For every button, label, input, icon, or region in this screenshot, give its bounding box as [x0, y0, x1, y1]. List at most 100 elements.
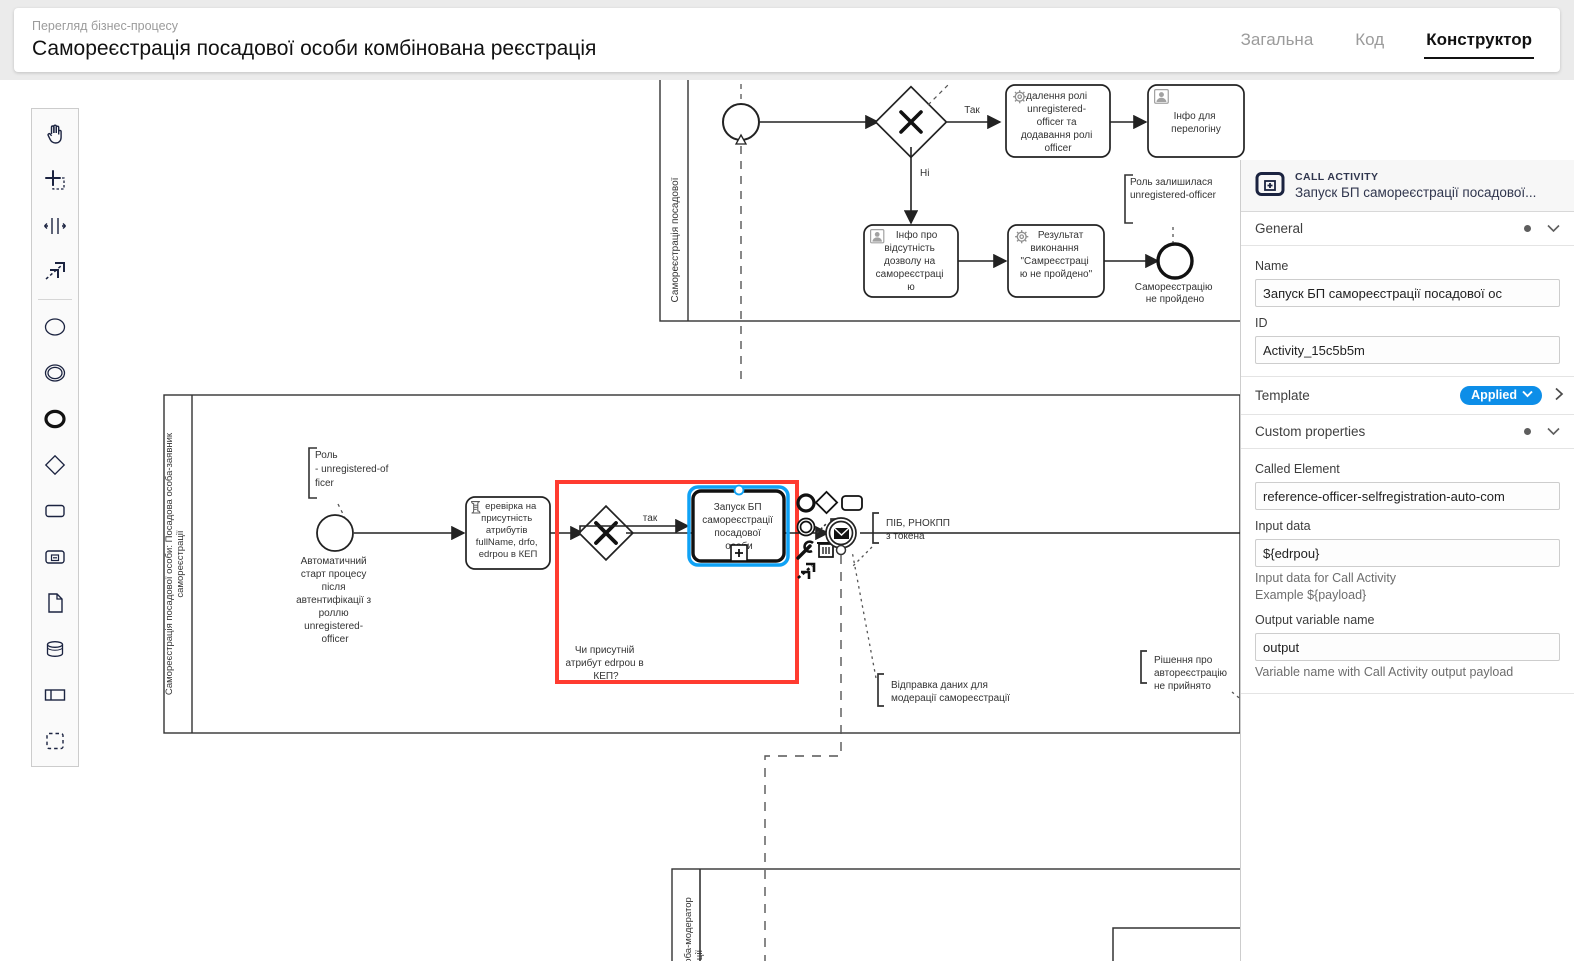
- field-hint-output-variable: Variable name with Call Activity output …: [1255, 665, 1514, 679]
- space-tool-icon[interactable]: [32, 203, 78, 249]
- name-input[interactable]: [1255, 279, 1560, 307]
- flow-label-yes-top: Так: [964, 105, 980, 116]
- start-event-icon[interactable]: [32, 304, 78, 350]
- annotation-role-label: Роль - unregistered-of ficer: [315, 450, 391, 489]
- group-title-custom-properties: Custom properties: [1255, 424, 1366, 439]
- annotation-send: Відправка даних для модерації самореєстр…: [877, 673, 1010, 707]
- top-end-event-label: Самореєстрацію не пройдено: [1135, 282, 1216, 305]
- field-label-called-element: Called Element: [1255, 462, 1340, 476]
- connect-arrow-icon[interactable]: [797, 562, 816, 579]
- group-icon[interactable]: [32, 718, 78, 764]
- bpmn-palette[interactable]: [31, 108, 79, 767]
- append-gateway-icon[interactable]: [814, 490, 839, 515]
- breadcrumb: Перегляд бізнес-процесу: [32, 19, 179, 33]
- pool-top-label: Самореєстрація посадової: [670, 177, 681, 302]
- template-controls: Applied: [1460, 386, 1564, 405]
- append-task-icon[interactable]: [841, 495, 863, 511]
- subprocess-expanded-icon[interactable]: [32, 534, 78, 580]
- field-hint-input-data: Input data for Call Activity Example ${p…: [1255, 571, 1397, 602]
- append-intermediate-event-icon[interactable]: [796, 517, 816, 537]
- main-start-event-label: Автоматичний старт процесу після автенти…: [296, 556, 374, 645]
- task-icon[interactable]: [32, 488, 78, 534]
- task-relogin-info[interactable]: Інфо для перелогіну: [1147, 84, 1245, 158]
- append-end-event-icon[interactable]: [796, 493, 816, 513]
- annotation-role-unregistered: Роль - unregistered-of ficer: [308, 447, 391, 499]
- flow-label-yes-main: так: [643, 513, 658, 524]
- connect-tool-icon[interactable]: [32, 249, 78, 295]
- annotation-role-remained: Роль залишилася unregistered-officer: [1124, 174, 1217, 224]
- chevron-right-icon-template[interactable]: [1554, 387, 1564, 405]
- participant-icon[interactable]: [32, 672, 78, 718]
- data-store-icon[interactable]: [32, 626, 78, 672]
- main-gateway-label: Чи присутній атрибут edrpou в КЕП?: [566, 645, 647, 682]
- group-dot-general: [1524, 225, 1531, 232]
- page-title: Самореєстрація посадової особи комбінова…: [32, 37, 597, 60]
- call-activity-icon: [1255, 169, 1285, 202]
- pool-main-label-2: самореєстрації: [175, 530, 186, 597]
- group-body-custom-properties: Called Element Input data Input data for…: [1241, 449, 1574, 694]
- field-output-variable: Output variable name Variable name with …: [1255, 612, 1560, 681]
- pool-bottom-label-2: ції: [694, 950, 705, 961]
- bpmn-canvas[interactable]: Самореєстрація посадової Так Ні далення …: [0, 80, 1574, 961]
- properties-panel-header: CALL ACTIVITY Запуск БП самореєстрації п…: [1241, 160, 1574, 212]
- input-data-input[interactable]: [1255, 539, 1560, 567]
- intermediate-message-event[interactable]: [825, 517, 857, 556]
- change-type-wrench-icon[interactable]: [796, 540, 814, 560]
- field-label-input-data: Input data: [1255, 519, 1311, 533]
- page-header: Перегляд бізнес-процесу Самореєстрація п…: [14, 8, 1560, 72]
- chevron-down-icon-template: [1522, 390, 1533, 401]
- tab-zagalna[interactable]: Загальна: [1241, 29, 1314, 55]
- end-event-icon[interactable]: [32, 396, 78, 442]
- annotation-token: ПІБ, РНОКПП з токена: [872, 512, 953, 544]
- properties-panel[interactable]: CALL ACTIVITY Запуск БП самореєстрації п…: [1240, 160, 1574, 961]
- template-applied-label: Applied: [1471, 388, 1517, 402]
- field-label-output-variable: Output variable name: [1255, 613, 1375, 627]
- message-flow-to-moderator: [764, 555, 842, 961]
- template-applied-badge[interactable]: Applied: [1460, 386, 1542, 405]
- annotation-connector-token: [851, 546, 873, 568]
- pool-main-label-1: Самореєстрація посадової особи: Посадова…: [164, 432, 175, 695]
- tab-konstruktor[interactable]: Конструктор: [1424, 29, 1534, 59]
- palette-shapes-group: [32, 302, 78, 766]
- group-body-general: Name ID: [1241, 246, 1574, 377]
- called-element-input[interactable]: [1255, 482, 1560, 510]
- chevron-down-icon-general[interactable]: [1547, 222, 1560, 235]
- flow-label-no-top: Ні: [920, 168, 929, 179]
- chevron-down-icon-custom[interactable]: [1547, 425, 1560, 438]
- header-titles: Перегляд бізнес-процесу Самореєстрація п…: [32, 18, 596, 62]
- tab-kod[interactable]: Код: [1355, 29, 1384, 55]
- group-header-custom-properties[interactable]: Custom properties: [1241, 415, 1574, 449]
- element-name-label: Запуск БП самореєстрації посадової...: [1295, 185, 1537, 200]
- lasso-tool-icon[interactable]: [32, 157, 78, 203]
- task-check-attributes[interactable]: еревірка на присутність атрибутів fullNa…: [465, 496, 551, 570]
- annotation-connector-send: [851, 550, 877, 679]
- intermediate-event-icon[interactable]: [32, 350, 78, 396]
- annotation-token-label: ПІБ, РНОКПП з токена: [886, 518, 953, 542]
- hand-tool-icon[interactable]: [32, 111, 78, 157]
- gateway-icon[interactable]: [32, 442, 78, 488]
- top-start-event[interactable]: [722, 103, 760, 145]
- id-input[interactable]: [1255, 336, 1560, 364]
- task-no-permission-info[interactable]: Інфо про відсутність дозволу на самореєс…: [863, 224, 959, 298]
- output-variable-input[interactable]: [1255, 633, 1560, 661]
- field-label-name: Name: [1255, 259, 1289, 273]
- palette-divider: [38, 299, 72, 300]
- annotation-decision: Рішення про автореєстрацію не прийнято: [1140, 650, 1230, 692]
- palette-tools-group: [32, 109, 78, 297]
- field-input-data: Input data Input data for Call Activity …: [1255, 518, 1560, 604]
- group-indicators-general: [1524, 222, 1560, 235]
- group-indicators-custom: [1524, 425, 1560, 438]
- group-title-general: General: [1255, 221, 1304, 236]
- call-activity-selected[interactable]: Запуск БП самореєстрації посадової особи: [687, 484, 790, 567]
- task-remove-role[interactable]: далення ролі unregistered- officer та до…: [1005, 84, 1111, 158]
- group-header-general[interactable]: General: [1241, 212, 1574, 246]
- group-title-template: Template: [1255, 388, 1310, 403]
- top-end-event[interactable]: Самореєстрацію не пройдено: [1135, 242, 1216, 305]
- task-result-failed[interactable]: Результат виконання "Самреєстраці ю не п…: [1007, 224, 1105, 298]
- group-header-template[interactable]: Template Applied: [1241, 377, 1574, 415]
- data-object-icon[interactable]: [32, 580, 78, 626]
- pool-bottom-label-1: осадова особа-модератор: [683, 897, 694, 961]
- main-start-event[interactable]: Автоматичний старт процесу після автенти…: [296, 514, 374, 645]
- annotation-decision-label: Рішення про автореєстрацію не прийнято: [1154, 655, 1230, 692]
- gateway-dash-top: [927, 84, 949, 106]
